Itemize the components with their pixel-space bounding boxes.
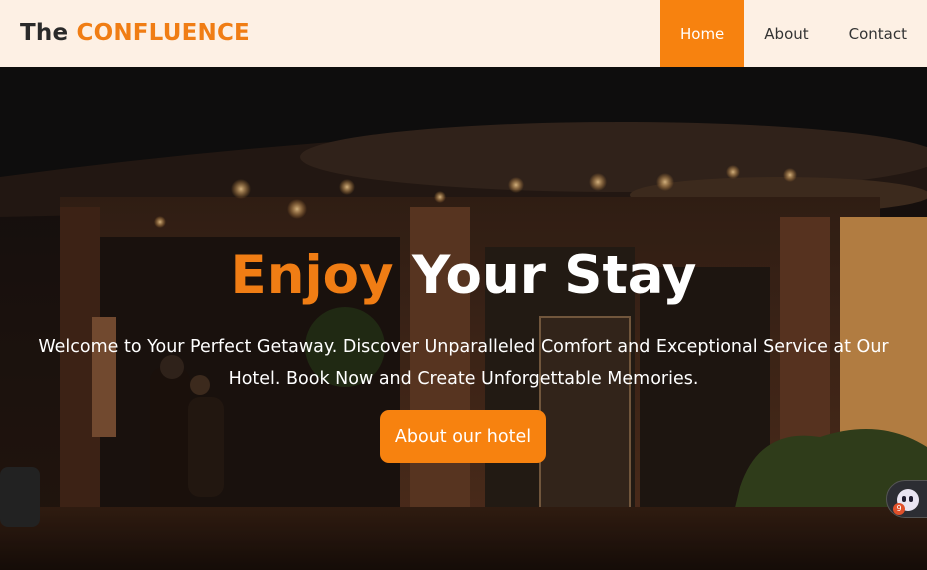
site-logo[interactable]: The CONFLUENCE [20,20,250,46]
notification-badge: 9 [893,503,905,515]
hero-subtext: Welcome to Your Perfect Getaway. Discove… [38,337,889,389]
navbar: The CONFLUENCE Home About Contact [0,0,927,67]
nav-about-link[interactable]: About [744,0,828,67]
brand-name: CONFLUENCE [76,20,250,46]
hero-section: Enjoy Your Stay Welcome to Your Perfect … [0,67,927,570]
hero-headline: Enjoy Your Stay [0,244,927,308]
nav-menu: Home About Contact [659,0,927,67]
headline-rest: Your Stay [412,245,697,306]
nav-home-link[interactable]: Home [659,0,745,67]
headline-accent: Enjoy [230,245,394,306]
nav-contact-link[interactable]: Contact [829,0,927,67]
about-hotel-button[interactable]: About our hotel [380,410,546,463]
hero-overlay [0,67,927,570]
brand-prefix: The [20,20,69,46]
chat-assistant-widget[interactable]: 9 [886,480,927,518]
